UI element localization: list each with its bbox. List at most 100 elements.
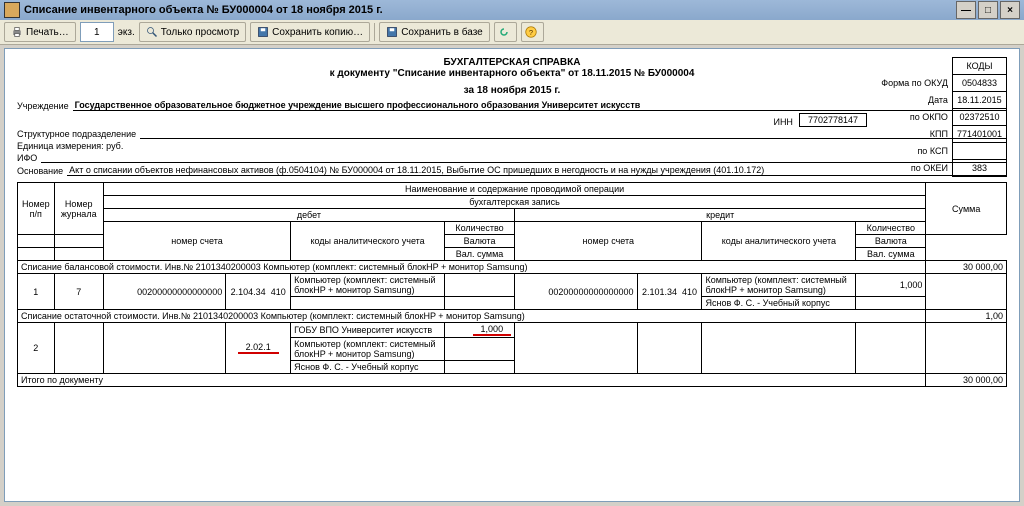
kpp-label: КПП [877, 126, 952, 143]
doc-date-line: за 18 ноября 2015 г. [17, 85, 1007, 96]
row1-c-qty: 1,000 [856, 274, 926, 297]
th-credit: кредит [515, 209, 926, 222]
ksp-value [952, 143, 1006, 160]
th-c-qty: Количество [856, 222, 926, 235]
org-label: Учреждение [17, 101, 69, 111]
help-button[interactable]: ? [521, 22, 544, 42]
inn-label: ИНН [773, 117, 792, 127]
okei-label: по ОКЕИ [877, 160, 952, 177]
document: КОДЫ Форма по ОКУД0504833 Дата18.11.2015… [5, 49, 1019, 395]
titlebar: Списание инвентарного объекта № БУ000004… [0, 0, 1024, 20]
codes-box: КОДЫ Форма по ОКУД0504833 Дата18.11.2015… [877, 57, 1007, 177]
th-num-j: Номер журнала [54, 183, 103, 235]
th-c-curr: Валюта [856, 235, 926, 248]
th-debit: дебет [103, 209, 514, 222]
row2-num: 2 [18, 323, 55, 374]
document-viewport[interactable]: КОДЫ Форма по ОКУД0504833 Дата18.11.2015… [4, 48, 1020, 502]
codes-header: КОДЫ [952, 58, 1006, 75]
save-db-button[interactable]: Сохранить в базе [379, 22, 490, 42]
th-d-acct: номер счета [103, 222, 290, 261]
total-label: Итого по документу [18, 374, 926, 387]
th-d-curr: Валюта [444, 235, 514, 248]
ifo-value [41, 162, 1007, 163]
okei-value: 383 [952, 160, 1006, 177]
floppy-icon [257, 26, 269, 38]
unit-label: Единица измерения: руб. [17, 141, 123, 151]
row1-num: 1 [18, 274, 55, 310]
copies-input[interactable] [80, 22, 114, 42]
save-db-label: Сохранить в базе [401, 27, 483, 38]
inn-value: 7702778147 [799, 113, 867, 127]
preview-label: Только просмотр [161, 27, 239, 38]
close-button[interactable]: × [1000, 1, 1020, 19]
row1-d-sub: 410 [271, 287, 286, 297]
table-row: 1 7 00200000000000000 2.104.34 410 Компь… [18, 274, 1007, 297]
row2-d-qty: 1,000 [473, 324, 512, 336]
sec1-title: Списание балансовой стоимости. Инв.№ 210… [18, 261, 926, 274]
basis-label: Основание [17, 166, 63, 176]
row2-d-an2: Компьютер (комплект: системный блокHP + … [291, 338, 445, 361]
row1-d-acct: 2.104.34 [231, 287, 266, 297]
okpo-value: 02372510 [952, 109, 1006, 126]
th-d-vsum: Вал. сумма [444, 248, 514, 261]
maximize-button[interactable]: □ [978, 1, 998, 19]
save-copy-button[interactable]: Сохранить копию… [250, 22, 370, 42]
th-num-pp: Номер п/п [18, 183, 55, 235]
kpp-value: 771401001 [952, 126, 1006, 143]
okud-label: Форма по ОКУД [877, 75, 952, 92]
magnifier-icon [146, 26, 158, 38]
floppy-db-icon [386, 26, 398, 38]
table-row: 2 2.02.1 ГОБУ ВПО Университет искусств 1… [18, 323, 1007, 338]
row1-c-code: 00200000000000000 [515, 274, 637, 310]
toolbar: Печать… экз. Только просмотр Сохранить к… [0, 20, 1024, 45]
ksp-label: по КСП [877, 143, 952, 160]
okpo-label: по ОКПО [877, 109, 952, 126]
org-value: Государственное образовательное бюджетно… [73, 100, 1007, 111]
app-window: Списание инвентарного объекта № БУ000004… [0, 0, 1024, 506]
th-c-acct: номер счета [515, 222, 702, 261]
th-c-an: коды аналитического учета [702, 222, 856, 261]
copies-unit: экз. [118, 27, 135, 38]
printer-icon [11, 26, 23, 38]
row1-d-code: 00200000000000000 [103, 274, 225, 310]
row2-d-an1: ГОБУ ВПО Университет искусств [291, 323, 445, 338]
footer-row: Итого по документу 30 000,00 [18, 374, 1007, 387]
th-sum: Сумма [926, 183, 1007, 235]
th-c-vsum: Вал. сумма [856, 248, 926, 261]
doc-title-1: БУХГАЛТЕРСКАЯ СПРАВКА [17, 57, 1007, 68]
separator [374, 23, 375, 41]
main-table: Номер п/п Номер журнала Наименование и с… [17, 182, 1007, 387]
row1-c-an2: Яснов Ф. С. - Учебный корпус [702, 297, 856, 310]
section-1-header: Списание балансовой стоимости. Инв.№ 210… [18, 261, 1007, 274]
help-icon: ? [525, 26, 537, 38]
print-label: Печать… [26, 27, 69, 38]
row1-c-sub: 410 [682, 287, 697, 297]
preview-button[interactable]: Только просмотр [139, 22, 246, 42]
row2-d-an3: Яснов Ф. С. - Учебный корпус [291, 361, 445, 374]
sec2-sum: 1,00 [926, 310, 1007, 323]
th-op-name: Наименование и содержание проводимой опе… [103, 183, 926, 196]
doc-title-2: к документу "Списание инвентарного объек… [17, 68, 1007, 79]
doc-icon [4, 2, 20, 18]
print-button[interactable]: Печать… [4, 22, 76, 42]
save-copy-label: Сохранить копию… [272, 27, 363, 38]
row1-c-acct: 2.101.34 [642, 287, 677, 297]
row1-d-an1: Компьютер (комплект: системный блокHP + … [291, 274, 445, 297]
minimize-button[interactable]: — [956, 1, 976, 19]
refresh-button[interactable] [494, 22, 517, 42]
okud-value: 0504833 [952, 75, 1006, 92]
svg-text:?: ? [529, 28, 533, 37]
refresh-icon [498, 26, 510, 38]
sec1-sum: 30 000,00 [926, 261, 1007, 274]
section-2-header: Списание остаточной стоимости. Инв.№ 210… [18, 310, 1007, 323]
sec2-title: Списание остаточной стоимости. Инв.№ 210… [18, 310, 926, 323]
basis-value: Акт о списании объектов нефинансовых акт… [67, 165, 1007, 176]
th-entry: бухгалтерская запись [103, 196, 926, 209]
struct-label: Структурное подразделение [17, 129, 136, 139]
code-date-value: 18.11.2015 [952, 92, 1006, 109]
th-d-an: коды аналитического учета [291, 222, 445, 261]
row1-journal: 7 [54, 274, 103, 310]
code-date-label: Дата [877, 92, 952, 109]
window-title: Списание инвентарного объекта № БУ000004… [24, 4, 956, 16]
total-value: 30 000,00 [926, 374, 1007, 387]
